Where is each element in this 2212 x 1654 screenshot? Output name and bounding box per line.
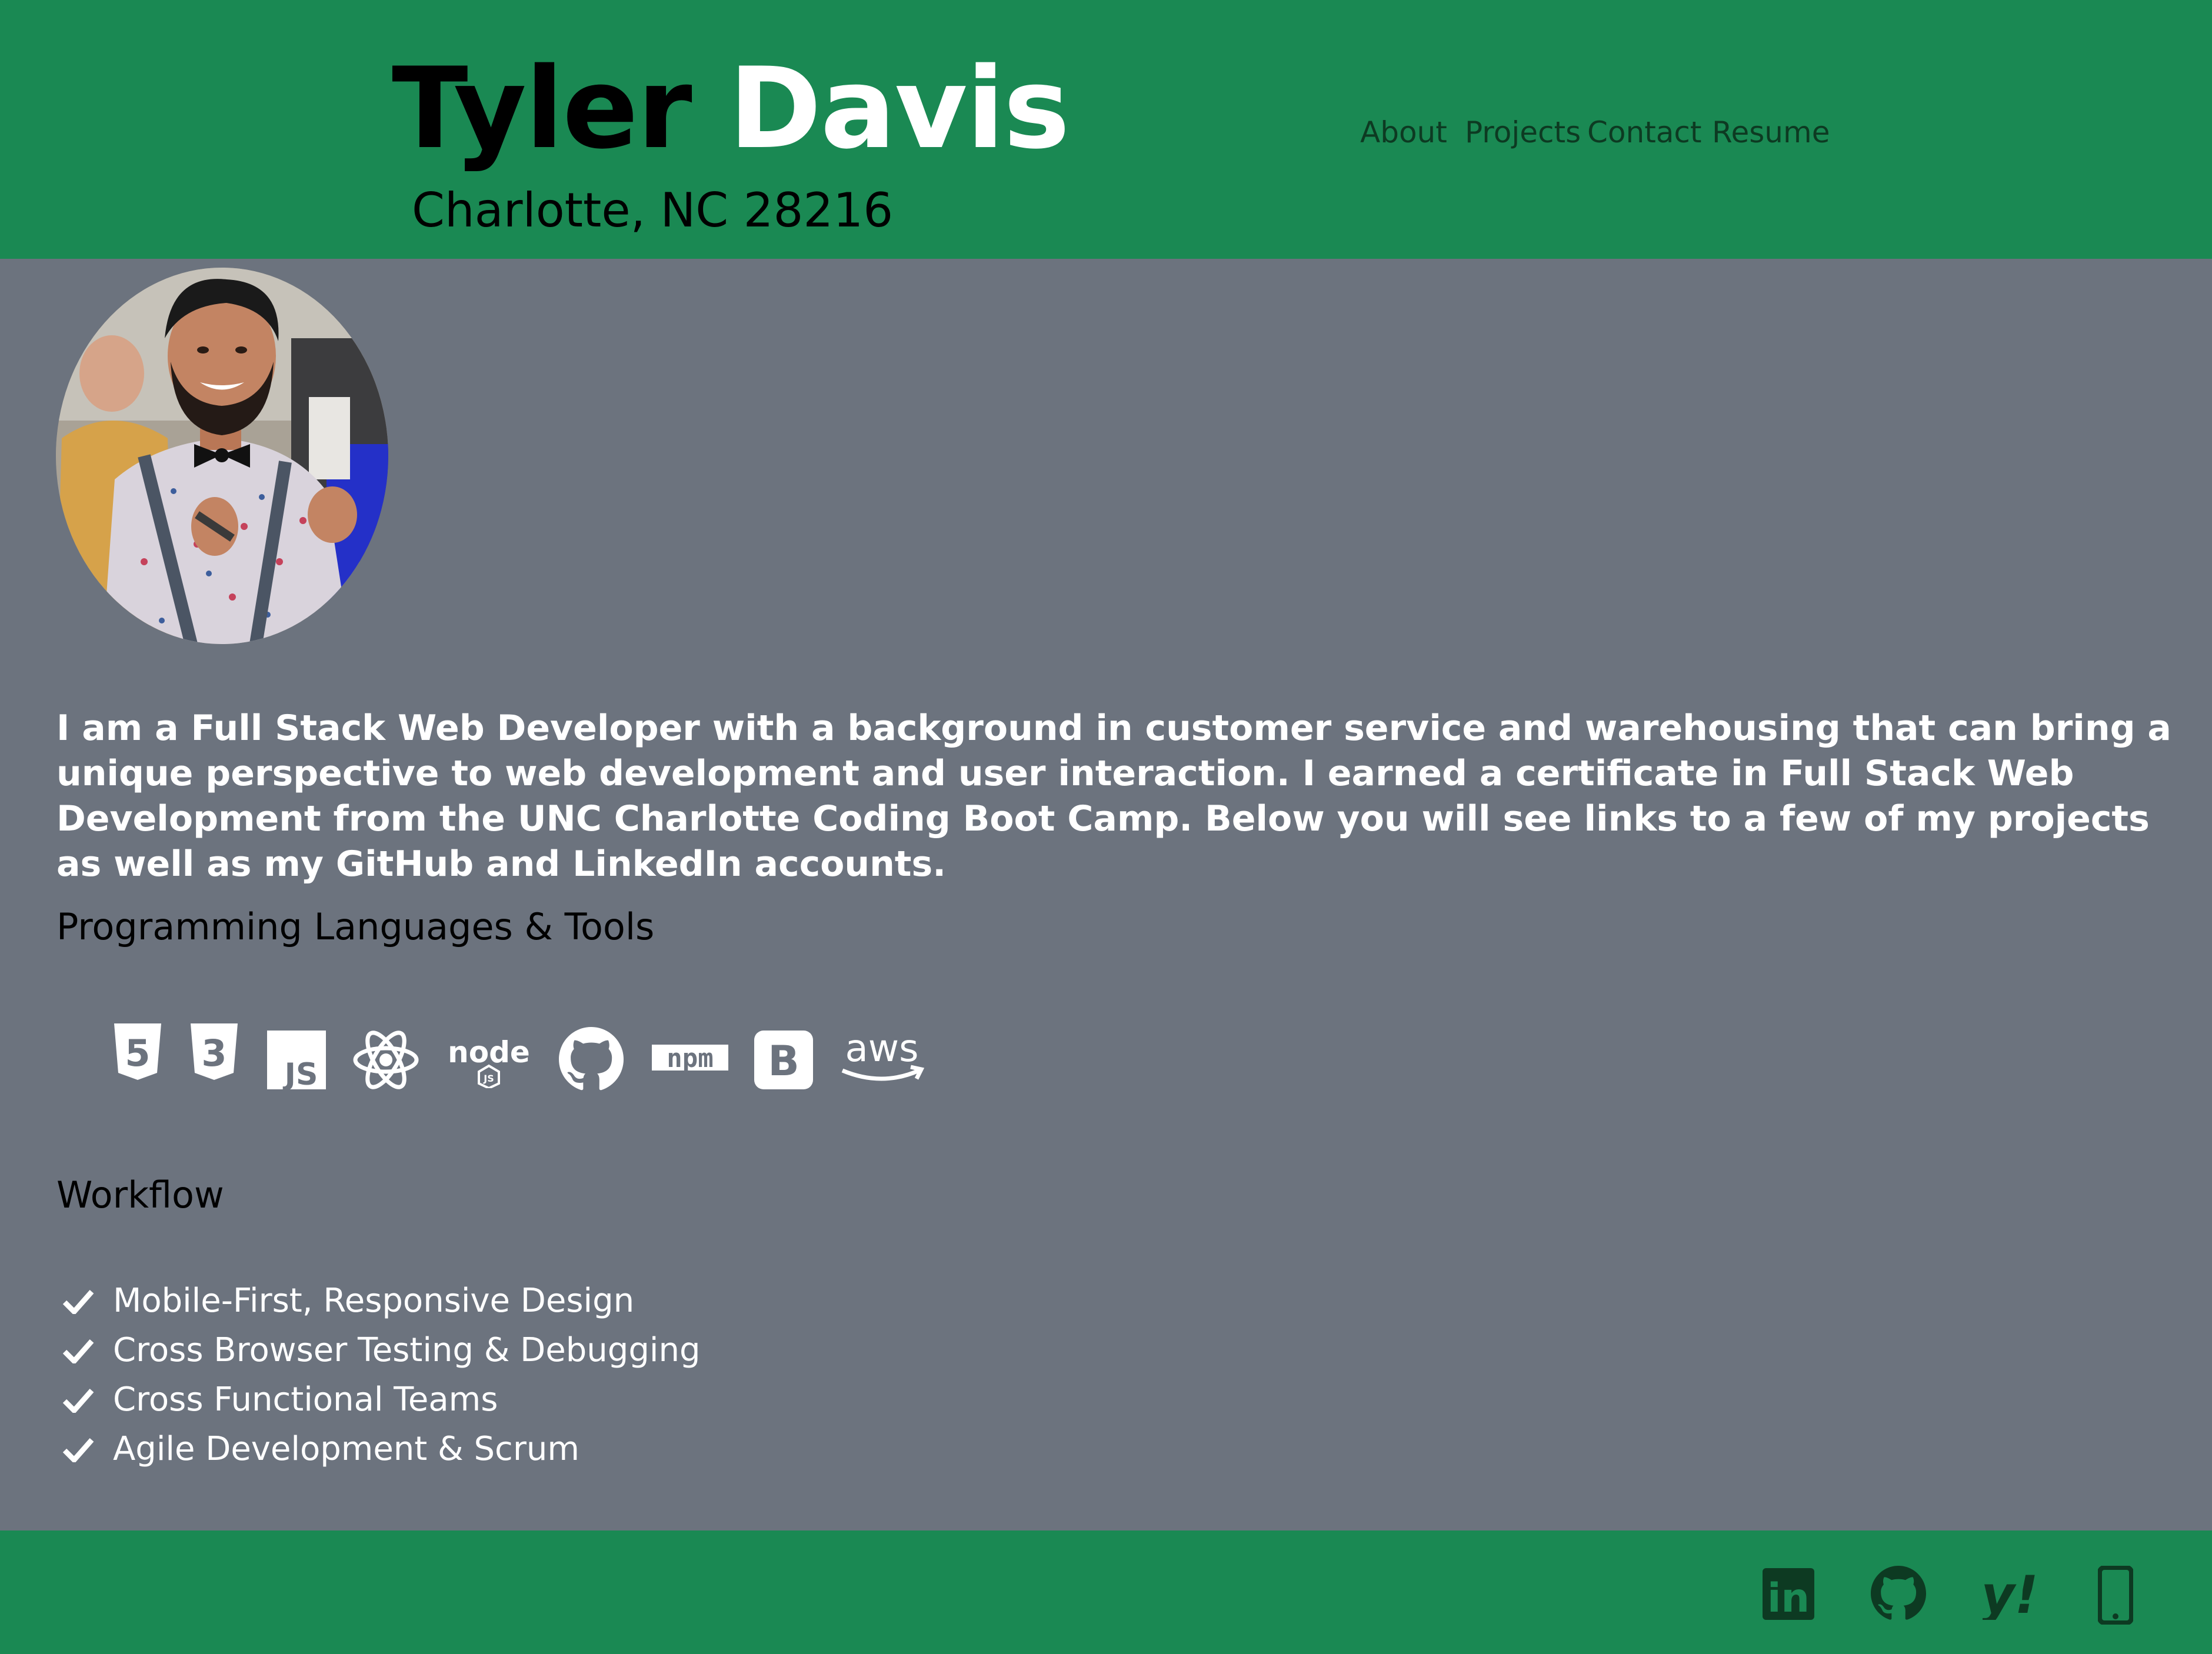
yahoo-icon[interactable]: y!: [1983, 1563, 2041, 1620]
location: Charlotte, NC 28216: [412, 183, 894, 238]
site-title: Tyler Davis: [392, 41, 1070, 176]
linkedin-icon[interactable]: in: [1763, 1568, 1814, 1620]
site-footer: in y!: [0, 1530, 2212, 1654]
check-icon: [62, 1438, 94, 1462]
mobile-phone-icon[interactable]: [2098, 1566, 2133, 1625]
html5-icon: 5: [113, 1023, 162, 1080]
yahoo-icon-label: y!: [1983, 1565, 2038, 1620]
bootstrap-icon: B: [754, 1031, 813, 1089]
npm-icon: npm: [652, 1045, 728, 1075]
nav-link-projects[interactable]: Projects: [1465, 112, 1581, 153]
nav-link-contact[interactable]: Contact: [1587, 112, 1702, 153]
workflow-item: Cross Browser Testing & Debugging: [59, 1326, 700, 1375]
workflow-item-label: Agile Development & Scrum: [113, 1430, 579, 1468]
javascript-icon-label: JS: [283, 1057, 318, 1089]
npm-icon-label: npm: [667, 1045, 713, 1073]
site-header: Tyler Davis Charlotte, NC 28216 About Pr…: [0, 0, 2212, 259]
react-icon: [352, 1028, 420, 1092]
linkedin-icon-label: in: [1767, 1575, 1810, 1620]
aws-icon: aws: [838, 1026, 926, 1091]
workflow-heading: Workflow: [56, 1173, 224, 1216]
github-icon: [559, 1027, 624, 1092]
aws-icon-label: aws: [845, 1027, 919, 1071]
last-name: Davis: [728, 44, 1070, 174]
bootstrap-icon-label: B: [768, 1037, 799, 1085]
workflow-list: Mobile-First, Responsive Design Cross Br…: [59, 1276, 700, 1474]
bio-text: I am a Full Stack Web Developer with a b…: [56, 708, 2171, 885]
check-icon: [62, 1339, 94, 1363]
nodejs-icon-label: node: [448, 1035, 530, 1069]
workflow-item: Agile Development & Scrum: [59, 1425, 700, 1474]
nav-link-about[interactable]: About: [1360, 112, 1447, 153]
nav-link-resume[interactable]: Resume: [1712, 112, 1830, 153]
tools-heading: Programming Languages & Tools: [56, 905, 655, 948]
workflow-item: Cross Functional Teams: [59, 1375, 700, 1425]
workflow-item-label: Mobile-First, Responsive Design: [113, 1282, 635, 1320]
workflow-item-label: Cross Browser Testing & Debugging: [113, 1331, 701, 1369]
check-icon: [62, 1389, 94, 1413]
css3-icon: 3: [189, 1023, 239, 1080]
workflow-item: Mobile-First, Responsive Design: [59, 1276, 700, 1326]
first-name: Tyler: [392, 44, 692, 174]
nodejs-icon: node JS: [446, 1035, 532, 1088]
css3-icon-label: 3: [201, 1032, 226, 1075]
nodejs-icon-badge: JS: [483, 1073, 494, 1084]
html5-icon-label: 5: [125, 1032, 150, 1075]
workflow-item-label: Cross Functional Teams: [113, 1380, 498, 1419]
github-icon[interactable]: [1871, 1566, 1926, 1621]
profile-photo: [56, 268, 388, 644]
check-icon: [62, 1290, 94, 1314]
javascript-icon: JS: [267, 1031, 326, 1089]
